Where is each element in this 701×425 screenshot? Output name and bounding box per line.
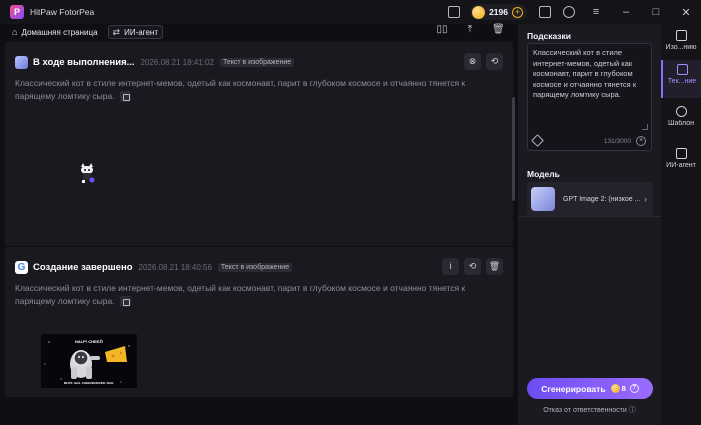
meme-bottom-text: MUST. HAS. CHEEZBURGER. NAO.: [64, 381, 114, 385]
delete-button[interactable]: 🗑: [486, 258, 503, 275]
text-to-image-icon: [676, 64, 688, 75]
ai-agent-button[interactable]: ⇄ ИИ-агент: [107, 25, 163, 39]
info-icon: ⓘ: [628, 407, 636, 414]
tool-rail: Изо...нию Тек...ние Шаблон ИИ-агент: [661, 24, 701, 425]
task-prompt-text: Классический кот в стиле интернет-мемов,…: [15, 78, 466, 101]
generate-button[interactable]: Сгенерировать 8 ?: [527, 378, 653, 399]
chevron-right-icon: ›: [644, 194, 647, 204]
disclaimer-link[interactable]: Отказ от ответственности ⓘ: [518, 405, 661, 415]
generate-cost: 8: [621, 384, 626, 393]
account-icon[interactable]: [563, 6, 575, 18]
maximize-icon[interactable]: □: [644, 6, 668, 18]
copy-icon[interactable]: [119, 90, 131, 102]
task-prompt: Классический кот в стиле интернет-мемов,…: [15, 77, 495, 102]
google-avatar: G: [15, 260, 28, 274]
cancel-task-button[interactable]: ⊗: [464, 53, 481, 70]
result-image-art: HALP! CHEEZ! MUST. HAS. CHEEZBURGER. NAO…: [41, 334, 137, 388]
char-count: 131/3000: [603, 138, 631, 145]
meme-top-text: HALP! CHEEZ!: [75, 339, 103, 344]
disclaimer-text: Отказ от ответственности: [543, 407, 627, 414]
task-title: Создание завершено: [33, 261, 133, 273]
app-logo: P: [10, 5, 24, 19]
credits-badge[interactable]: 2196 +: [470, 4, 527, 20]
minimize-icon[interactable]: –: [614, 6, 638, 18]
app-title: HitPaw FotorPea: [30, 7, 95, 17]
coin-icon: [610, 384, 620, 393]
template-icon: [675, 106, 687, 117]
ai-agent-label: ИИ-агент: [124, 27, 158, 37]
resize-grip-icon[interactable]: [642, 124, 648, 130]
ai-agent-icon: [675, 148, 687, 159]
clear-prompt-icon[interactable]: ×: [636, 136, 646, 146]
trash-icon[interactable]: 🗑: [492, 24, 505, 36]
task-card-completed: G Создание завершено 2026.08.21 18:40:56…: [5, 247, 513, 397]
regenerate-button[interactable]: ⟲: [464, 258, 481, 275]
model-heading: Модель: [527, 169, 560, 179]
upload-icon[interactable]: ⤒: [464, 24, 476, 36]
rail-label: Шаблон: [668, 120, 694, 127]
close-icon[interactable]: ✕: [674, 6, 698, 19]
nav-bar: ⌂ Домашняя страница ⇄ ИИ-агент ▯▯ ⤒ 🗑: [0, 24, 518, 40]
rail-item-image[interactable]: Изо...нию: [661, 26, 701, 64]
menu-icon[interactable]: ≡: [584, 6, 608, 18]
hints-heading: Подсказки: [527, 31, 571, 41]
info-button[interactable]: i: [442, 258, 459, 275]
rail-item-template[interactable]: Шаблон: [661, 102, 701, 140]
image-icon: [675, 30, 687, 41]
book-icon[interactable]: ▯▯: [436, 24, 448, 36]
switch-icon: ⇄: [112, 26, 121, 37]
generation-panel: Подсказки Классический кот в стиле интер…: [518, 24, 661, 425]
model-avatar: [15, 55, 28, 69]
mail-icon[interactable]: [539, 6, 551, 18]
task-time: 2026.08.21 18:40:56: [138, 262, 212, 272]
task-type-tag: Текст в изображение: [219, 57, 295, 67]
model-selector[interactable]: GPT Image 2: (низкое ... ›: [527, 182, 653, 216]
loading-animation-icon: [81, 163, 95, 183]
task-prompt-text: Классический кот в стиле интернет-мемов,…: [15, 283, 466, 306]
credits-count: 2196: [489, 7, 508, 17]
copy-icon[interactable]: [119, 295, 131, 307]
task-prompt: Классический кот в стиле интернет-мемов,…: [15, 282, 495, 307]
prompt-input[interactable]: Классический кот в стиле интернет-мемов,…: [527, 43, 652, 151]
prompt-input-text: Классический кот в стиле интернет-мемов,…: [533, 48, 637, 99]
result-image[interactable]: HALP! CHEEZ! MUST. HAS. CHEEZBURGER. NAO…: [41, 334, 137, 388]
task-card-in-progress: В ходе выполнения... 2026.08.21 18:41:02…: [5, 42, 513, 246]
regenerate-button[interactable]: ⟲: [486, 53, 503, 70]
rail-label: ИИ-агент: [666, 162, 696, 169]
rail-item-ai-agent[interactable]: ИИ-агент: [661, 144, 701, 182]
rail-label: Изо...нию: [665, 44, 697, 51]
task-type-tag: Текст в изображение: [217, 262, 293, 272]
rail-label: Тек...ние: [667, 78, 697, 85]
home-icon: ⌂: [12, 27, 18, 37]
model-thumbnail: [531, 187, 555, 211]
title-bar: P HitPaw FotorPea 2196 + ≡ – □ ✕: [0, 0, 701, 24]
task-time: 2026.08.21 18:41:02: [140, 57, 214, 67]
generate-label: Сгенерировать: [541, 383, 606, 394]
add-credits-icon[interactable]: +: [512, 6, 523, 18]
home-label: Домашняя страница: [21, 27, 98, 37]
home-button[interactable]: ⌂ Домашняя страница: [8, 25, 102, 39]
divider: [518, 216, 661, 217]
gift-icon[interactable]: [448, 6, 461, 18]
task-list: В ходе выполнения... 2026.08.21 18:41:02…: [0, 40, 518, 425]
model-name: GPT Image 2: (низкое ...: [563, 195, 641, 203]
task-title: В ходе выполнения...: [33, 56, 135, 68]
coin-icon: [472, 5, 486, 19]
scrollbar-thumb[interactable]: [512, 97, 515, 201]
cube-icon[interactable]: [531, 134, 544, 147]
info-icon[interactable]: ?: [629, 384, 639, 393]
rail-item-text-to-image[interactable]: Тек...ние: [661, 60, 701, 98]
